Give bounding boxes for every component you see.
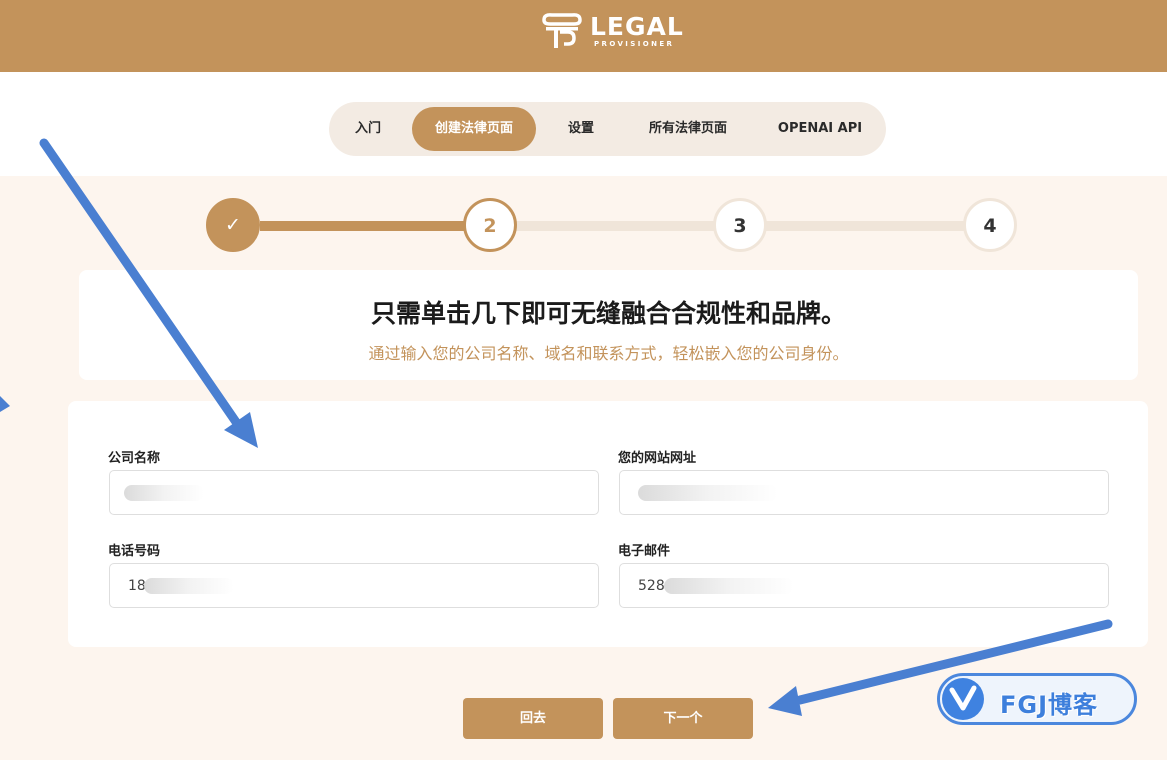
company-name-label: 公司名称 <box>108 451 161 466</box>
stepper-track-complete <box>260 221 465 231</box>
email-label: 电子邮件 <box>618 544 671 559</box>
logo-wordmark: LEGAL <box>590 12 684 41</box>
redaction-blur <box>124 485 204 501</box>
step-1-checkmark-icon[interactable]: ✓ <box>206 198 260 252</box>
tab-openai-api[interactable]: OPENAI API <box>765 107 875 151</box>
nav-band: 入门 创建法律页面 设置 所有法律页面 OPENAI API <box>0 72 1167 176</box>
header-bar: LEGAL PROVISIONER <box>0 0 1167 72</box>
tab-create-legal-page[interactable]: 创建法律页面 <box>412 107 536 151</box>
progress-stepper: ✓ 2 3 4 <box>0 196 1167 258</box>
checkmark-badge-icon <box>942 678 984 720</box>
next-button[interactable]: 下一个 <box>613 698 753 739</box>
tab-getting-started[interactable]: 入门 <box>339 107 397 151</box>
step-2[interactable]: 2 <box>463 198 517 252</box>
redaction-blur <box>144 578 234 594</box>
redaction-blur <box>638 485 778 501</box>
column-logo-icon <box>542 13 582 48</box>
website-label: 您的网站网址 <box>618 451 697 466</box>
step-4[interactable]: 4 <box>963 198 1017 252</box>
phone-label: 电话号码 <box>108 544 161 559</box>
tab-all-legal-pages[interactable]: 所有法律页面 <box>629 107 747 151</box>
partial-arrow-icon <box>0 396 10 412</box>
step-3[interactable]: 3 <box>713 198 767 252</box>
logo-subtitle: PROVISIONER <box>594 40 675 48</box>
company-form: 公司名称 您的网站网址 电话号码 电子邮件 <box>68 401 1148 647</box>
back-button[interactable]: 回去 <box>463 698 603 739</box>
page-title: 只需单击几下即可无缝融合合规性和品牌。 <box>370 299 846 328</box>
main-nav: 入门 创建法律页面 设置 所有法律页面 OPENAI API <box>329 102 886 156</box>
redaction-blur <box>664 578 794 594</box>
watermark-text: FGJ博客 <box>1000 691 1099 719</box>
tab-settings[interactable]: 设置 <box>551 107 611 151</box>
intro-card: 只需单击几下即可无缝融合合规性和品牌。 通过输入您的公司名称、域名和联系方式，轻… <box>79 270 1138 380</box>
watermark-badge: FGJ博客 <box>937 673 1137 725</box>
brand-logo[interactable]: LEGAL PROVISIONER <box>540 12 684 50</box>
page-subtitle: 通过输入您的公司名称、域名和联系方式，轻松嵌入您的公司身份。 <box>368 344 849 363</box>
